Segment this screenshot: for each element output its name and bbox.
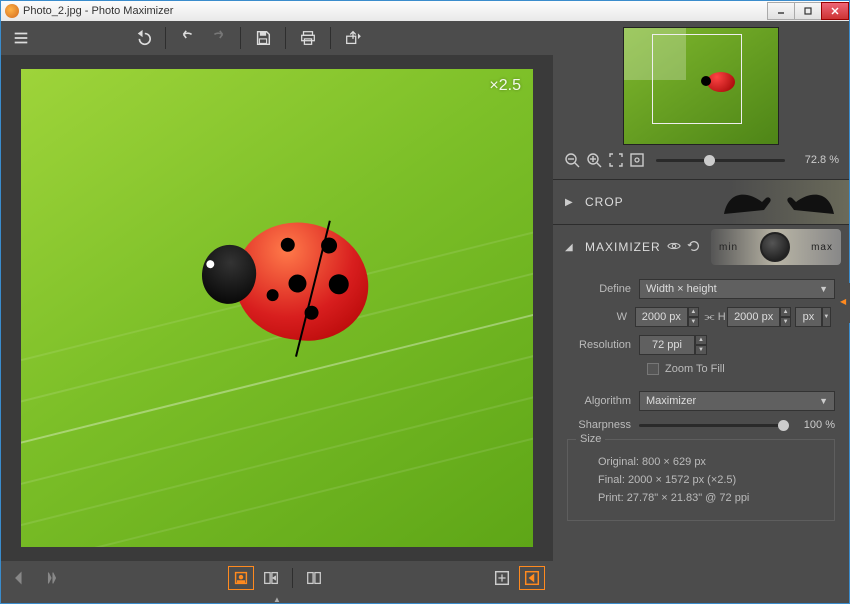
next-image-button[interactable]: [39, 566, 65, 590]
navigator: 72.8 %: [553, 21, 849, 179]
zoom-in-icon[interactable]: [585, 151, 603, 169]
view-dual-button[interactable]: [301, 566, 327, 590]
height-spinner[interactable]: ▲▼: [780, 307, 791, 327]
side-panel: 72.8 % ▶ CROP ◢ MAXIMIZER: [553, 21, 849, 603]
expand-handle[interactable]: ▲: [1, 595, 553, 603]
zoom-fit-icon[interactable]: [607, 151, 625, 169]
visibility-icon[interactable]: [667, 239, 681, 256]
width-input[interactable]: 2000 px: [635, 307, 688, 327]
app-icon: [5, 4, 19, 18]
navigator-viewport[interactable]: [652, 34, 742, 124]
size-final: Final: 2000 × 1572 px (×2.5): [598, 474, 822, 486]
zoom-slider[interactable]: [656, 159, 785, 162]
bottom-toolbar: [1, 561, 553, 595]
zoom-to-fill-label: Zoom To Fill: [665, 363, 725, 375]
size-original: Original: 800 × 629 px: [598, 456, 822, 468]
main-toolbar: [1, 21, 553, 55]
preview-image: ×2.5: [21, 69, 533, 547]
define-select[interactable]: Width × height▼: [639, 279, 835, 299]
fullscreen-button[interactable]: [519, 566, 545, 590]
print-button[interactable]: [294, 25, 322, 51]
zoom-actual-icon[interactable]: [629, 151, 647, 169]
fit-window-button[interactable]: [489, 566, 515, 590]
titlebar: Photo_2.jpg - Photo Maximizer: [1, 1, 849, 21]
unit-spinner[interactable]: ▼: [822, 307, 831, 327]
algorithm-select[interactable]: Maximizer▼: [639, 391, 835, 411]
menu-button[interactable]: [7, 25, 35, 51]
panel-collapse-handle[interactable]: [842, 283, 850, 323]
unit-select[interactable]: px: [795, 307, 821, 327]
minimize-button[interactable]: [767, 2, 795, 20]
undo-all-button[interactable]: [129, 25, 157, 51]
size-box: Size Original: 800 × 629 px Final: 2000 …: [567, 439, 835, 521]
redo-button[interactable]: [204, 25, 232, 51]
maximizer-title: MAXIMIZER: [585, 240, 661, 254]
resolution-label: Resolution: [567, 339, 639, 351]
zoom-out-icon[interactable]: [563, 151, 581, 169]
undo-button[interactable]: [174, 25, 202, 51]
resolution-spinner[interactable]: ▲▼: [695, 335, 707, 355]
close-button[interactable]: [821, 2, 849, 20]
export-button[interactable]: [339, 25, 367, 51]
width-spinner[interactable]: ▲▼: [688, 307, 699, 327]
size-print: Print: 27.78" × 21.83" @ 72 ppi: [598, 492, 822, 504]
knob-dial[interactable]: [760, 232, 790, 262]
chevron-down-icon: ◢: [565, 242, 575, 253]
height-input[interactable]: 2000 px: [727, 307, 780, 327]
maximizer-controls: Define Width × height▼ W 2000 px ▲▼ ⫘ H …: [553, 269, 849, 525]
maximize-button[interactable]: [794, 2, 822, 20]
zoom-percent-label: 72.8 %: [795, 154, 839, 166]
sharpness-slider[interactable]: [639, 424, 789, 427]
crop-title: CROP: [585, 195, 624, 209]
knob-min-label: min: [719, 242, 738, 253]
zoom-to-fill-checkbox[interactable]: [647, 363, 659, 375]
maximizer-section-header[interactable]: ◢ MAXIMIZER min max: [553, 225, 849, 269]
save-button[interactable]: [249, 25, 277, 51]
knob-max-label: max: [811, 242, 833, 253]
size-title: Size: [576, 433, 605, 445]
resolution-input[interactable]: 72 ppi: [639, 335, 695, 355]
reset-icon[interactable]: [687, 239, 701, 256]
main-panel: ×2.5 ▲: [1, 21, 553, 603]
canvas-area[interactable]: ×2.5: [1, 55, 553, 561]
view-after-button[interactable]: [228, 566, 254, 590]
view-split-button[interactable]: [258, 566, 284, 590]
algorithm-label: Algorithm: [567, 395, 639, 407]
width-label: W: [567, 311, 635, 323]
navigator-thumbnail[interactable]: [623, 27, 779, 145]
window-title: Photo_2.jpg - Photo Maximizer: [23, 5, 173, 17]
sharpness-label: Sharpness: [567, 419, 639, 431]
canvas-zoom-label: ×2.5: [489, 77, 521, 95]
prev-image-button[interactable]: [9, 566, 35, 590]
height-label: H: [716, 311, 727, 323]
sharpness-value: 100 %: [789, 419, 835, 431]
crop-section-header[interactable]: ▶ CROP: [553, 180, 849, 224]
maximizer-knob[interactable]: min max: [711, 229, 841, 265]
crop-hands-graphic: [709, 180, 849, 224]
link-icon[interactable]: ⫘: [703, 311, 716, 324]
chevron-right-icon: ▶: [565, 197, 575, 208]
app-window: Photo_2.jpg - Photo Maximizer: [0, 0, 850, 604]
define-label: Define: [567, 283, 639, 295]
